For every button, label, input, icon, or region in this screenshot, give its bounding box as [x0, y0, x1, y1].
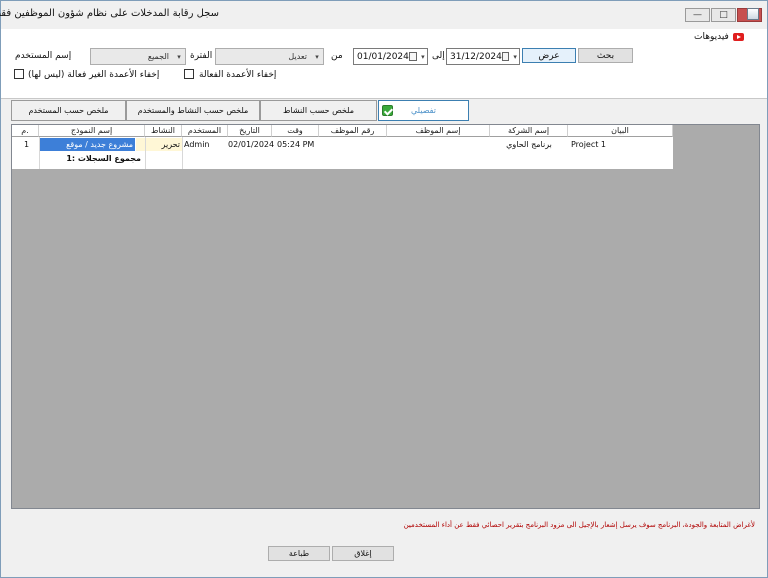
column-divider — [182, 137, 183, 169]
tab-detailed[interactable]: تفصيلي — [378, 100, 469, 121]
header-date[interactable]: التاريخ — [228, 125, 272, 137]
calendar-icon — [501, 52, 510, 61]
records-total: مجموع السجلات :1 — [66, 154, 141, 163]
column-divider — [145, 137, 146, 169]
to-label: إلى — [432, 51, 445, 61]
header-emp-name[interactable]: إسم الموظف — [387, 125, 490, 137]
header-company[interactable]: إسم الشركة — [490, 125, 568, 137]
view-button[interactable]: عرض — [522, 48, 576, 63]
chevron-down-icon: ▾ — [177, 52, 181, 61]
header-user[interactable]: المستخدم — [182, 125, 228, 137]
minimize-icon[interactable]: — — [685, 8, 710, 22]
cell-company: برنامج الحاوي — [506, 140, 552, 149]
from-date-picker[interactable]: 01/01/2024 ▾ — [353, 48, 428, 65]
main-window: — □ ✕ سجل رقابة المدخلات على نظام شؤون ا… — [0, 0, 768, 578]
header-time[interactable]: وقت — [272, 125, 319, 137]
calendar-icon — [408, 52, 417, 61]
cell-activity: تحرير — [136, 138, 182, 151]
cell-emp-no — [319, 138, 387, 151]
title-bar: — □ ✕ سجل رقابة المدخلات على نظام شؤون ا… — [0, 1, 767, 29]
videos-label: فيديوهات — [694, 32, 729, 42]
youtube-icon — [732, 33, 744, 41]
tab-summary-by-user[interactable]: ملخص حسب المستخدم — [11, 100, 126, 121]
filter-panel: فيديوهات إسم المستخدم ▾ الجميع الفترة ▾ … — [1, 29, 767, 99]
chevron-down-icon: ▾ — [513, 52, 517, 61]
print-button[interactable]: طباعة — [268, 546, 330, 561]
user-select-value: الجميع — [147, 52, 169, 61]
from-label: من — [331, 51, 343, 61]
hide-active-label: إخفاء الأعمدة الفعالة — [199, 70, 277, 80]
period-label: الفترة — [190, 51, 213, 61]
search-button[interactable]: بحث — [578, 48, 633, 63]
header-no[interactable]: م. — [12, 125, 39, 137]
user-label: إسم المستخدم — [15, 51, 72, 61]
period-select-value: تعديل — [288, 52, 307, 61]
cell-time: 05:24 PM — [277, 140, 315, 149]
view-tabs: ملخص حسب المستخدم ملخص حسب النشاط والمست… — [1, 99, 767, 123]
app-icon — [747, 8, 759, 20]
hide-active-checkbox[interactable] — [184, 69, 194, 79]
from-date-value: 01/01/2024 — [357, 51, 409, 62]
period-select[interactable]: ▾ تعديل — [215, 48, 324, 65]
header-form[interactable]: إسم النموذج — [39, 125, 145, 137]
user-select[interactable]: ▾ الجميع — [90, 48, 186, 65]
header-activity[interactable]: النشاط — [145, 125, 182, 137]
to-date-value: 31/12/2024 — [450, 51, 502, 62]
tab-detailed-label: تفصيلي — [411, 106, 436, 115]
header-emp-no[interactable]: رقم الموظف — [319, 125, 387, 137]
to-date-picker[interactable]: 31/12/2024 ▾ — [446, 48, 520, 65]
tab-summary-by-activity[interactable]: ملخص حسب النشاط — [260, 100, 377, 121]
window-title: سجل رقابة المدخلات على نظام شؤون الموظفي… — [0, 8, 219, 19]
maximize-icon[interactable]: □ — [711, 8, 736, 22]
tab-summary-by-activity-user[interactable]: ملخص حسب النشاط والمستخدم — [126, 100, 260, 121]
hide-inactive-label: إخفاء الأعمدة الغير فعالة (ليس لها) — [28, 70, 160, 80]
column-divider — [39, 137, 40, 169]
data-grid: م. إسم النموذج النشاط المستخدم التاريخ و… — [12, 125, 673, 169]
cell-emp-name — [387, 138, 490, 151]
header-statement[interactable]: البيان — [568, 125, 673, 137]
hide-inactive-checkbox[interactable] — [14, 69, 24, 79]
monitoring-notice: لأغراض المتابعة والجودة، البرنامج سوف ير… — [403, 521, 755, 529]
videos-link[interactable]: فيديوهات — [694, 32, 744, 42]
cell-form[interactable]: مشروع جديد / موقع — [39, 138, 135, 151]
cell-user: Admin — [184, 140, 210, 149]
data-grid-container: م. إسم النموذج النشاط المستخدم التاريخ و… — [11, 124, 760, 509]
check-icon — [382, 105, 393, 116]
close-button[interactable]: إغلاق — [332, 546, 394, 561]
cell-statement: Project 1 — [571, 140, 607, 149]
cell-date: 02/01/2024 — [228, 140, 275, 149]
chevron-down-icon: ▾ — [421, 52, 425, 61]
cell-no: 1 — [24, 140, 30, 149]
chevron-down-icon: ▾ — [315, 52, 319, 61]
